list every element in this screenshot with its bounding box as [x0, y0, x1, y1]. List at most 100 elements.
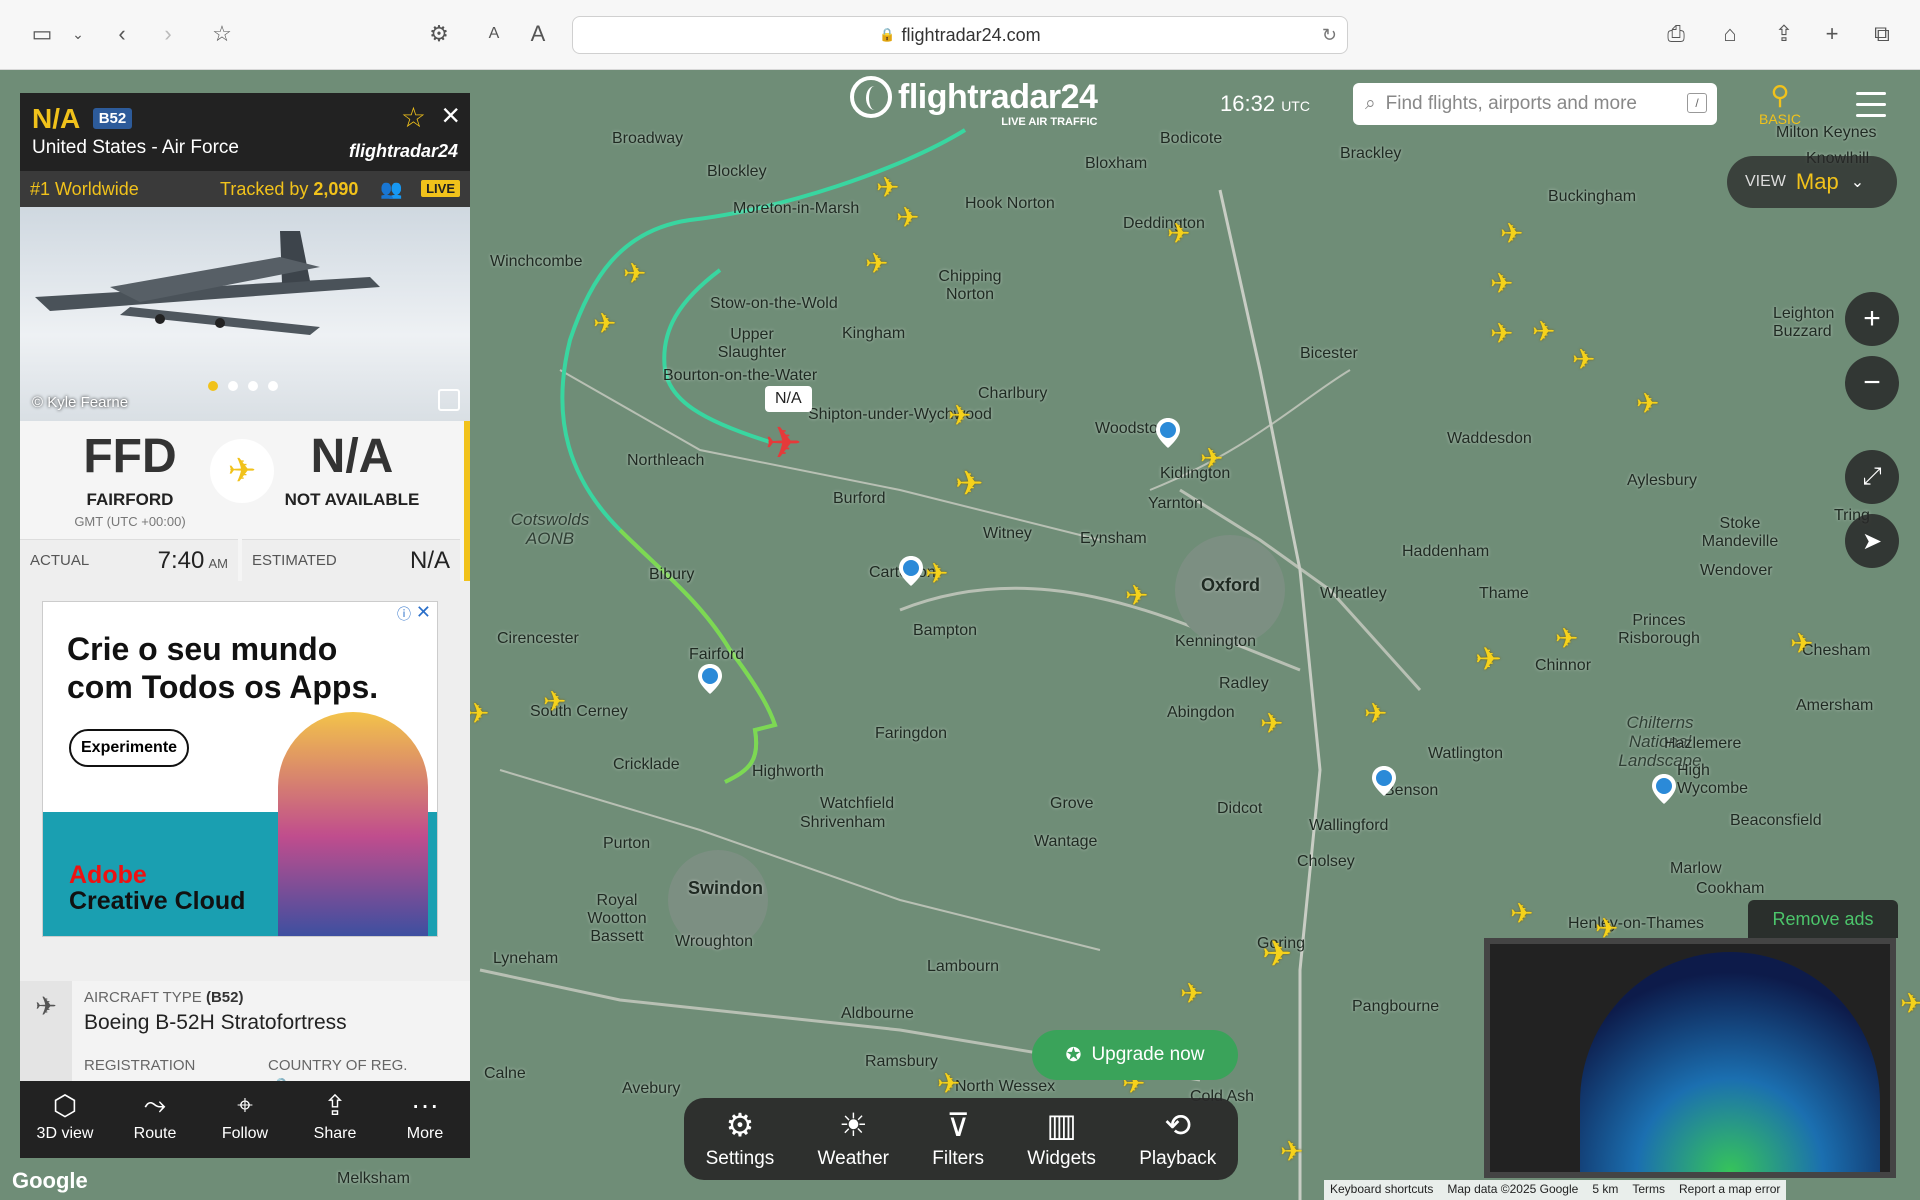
advertisement[interactable]: ⓘ ✕ Crie o seu mundo com Todos os Apps. … [42, 601, 438, 937]
aircraft-icon[interactable]: ✈ [1490, 320, 1513, 348]
home-icon[interactable]: ⌂ [1714, 18, 1746, 50]
airport-pin-icon[interactable] [1372, 766, 1396, 796]
aircraft-icon[interactable]: ✈ [1260, 710, 1283, 738]
keyboard-shortcuts-link[interactable]: Keyboard shortcuts [1330, 1182, 1433, 1198]
aircraft-icon[interactable]: ✈ [1490, 270, 1513, 298]
ad-cta-button[interactable]: Experimente [69, 729, 190, 767]
ad-close-icon[interactable]: ✕ [416, 602, 431, 623]
destination-airport[interactable]: N/A NOT AVAILABLE [242, 429, 462, 510]
aircraft-icon[interactable]: ✈ [1180, 980, 1203, 1008]
aircraft-icon[interactable]: ✈ [1555, 625, 1578, 653]
forward-icon[interactable]: › [152, 18, 184, 50]
aircraft-icon[interactable]: ✈ [925, 560, 948, 588]
aircraft-icon[interactable]: ✈ [896, 204, 919, 232]
airport-pin-icon[interactable] [899, 556, 923, 586]
place-label: Watchfield [820, 795, 895, 812]
view-selector[interactable]: VIEW Map ⌄ [1727, 156, 1897, 208]
fullscreen-button[interactable]: ⤢ [1845, 450, 1899, 504]
aircraft-icon[interactable]: ✈ [1636, 390, 1659, 418]
toolbar-filters[interactable]: ⊽ Filters [932, 1106, 984, 1180]
selected-aircraft-icon[interactable]: ✈ [765, 422, 802, 466]
toolbar-settings[interactable]: ⚙ Settings [706, 1106, 775, 1180]
action-route[interactable]: ⤳ Route [110, 1081, 200, 1158]
aircraft-icon[interactable]: ✈ [1262, 936, 1292, 972]
star-icon[interactable]: ☆ [206, 18, 238, 50]
place-label: Wendover [1700, 562, 1773, 579]
route-box: FFD FAIRFORD GMT (UTC +00:00) ✈ N/A NOT … [20, 421, 470, 581]
aircraft-icon[interactable]: ✈ [1280, 1138, 1303, 1166]
back-icon[interactable]: ‹ [106, 18, 138, 50]
airport-pin-icon[interactable] [1652, 774, 1676, 804]
share-icon[interactable]: ⇪ [1768, 18, 1800, 50]
place-label: Haddenham [1402, 543, 1490, 560]
reload-icon[interactable]: ↻ [1322, 25, 1337, 46]
aircraft-icon[interactable]: ✈ [1475, 643, 1502, 675]
airport-pin-icon[interactable] [698, 664, 722, 694]
close-icon[interactable]: × [441, 97, 460, 134]
origin-airport[interactable]: FFD FAIRFORD GMT (UTC +00:00) [20, 429, 240, 529]
text-larger-button[interactable]: A [522, 18, 554, 50]
logo-name: flightradar24 [898, 77, 1098, 116]
aircraft-icon[interactable]: ✈ [948, 402, 971, 430]
place-label: Hook Norton [965, 195, 1055, 212]
new-tab-icon[interactable]: + [1816, 18, 1848, 50]
aircraft-icon[interactable]: ✈ [1510, 900, 1533, 928]
action-share[interactable]: ⇪ Share [290, 1081, 380, 1158]
ad-brand-product: Creative Cloud [69, 887, 246, 915]
flightradar-logo[interactable]: flightradar24 LIVE AIR TRAFFIC [850, 76, 1098, 128]
print-icon[interactable]: ⎙ [1660, 18, 1692, 50]
sidebar-icon[interactable]: ▭ [26, 18, 58, 50]
terms-link[interactable]: Terms [1632, 1182, 1665, 1198]
aircraft-icon[interactable]: ✈ [937, 1070, 960, 1098]
chevron-down-icon[interactable]: ⌄ [62, 18, 94, 50]
place-label: Bampton [913, 622, 978, 639]
photo-pagination[interactable] [208, 381, 278, 391]
search-input[interactable]: ⌕ Find flights, airports and more / [1353, 83, 1717, 125]
action-more[interactable]: ··· More [380, 1081, 470, 1158]
aircraft-icon[interactable]: ✈ [1532, 318, 1555, 346]
aircraft-icon[interactable]: ✈ [865, 250, 888, 278]
text-smaller-button[interactable]: A [478, 18, 510, 50]
aircraft-icon[interactable]: ✈ [543, 688, 566, 716]
aircraft-icon[interactable]: ✈ [1364, 700, 1387, 728]
upgrade-button[interactable]: ✪ Upgrade now [1032, 1030, 1238, 1080]
aircraft-photo[interactable]: © Kyle Fearne [20, 207, 470, 421]
action-3d-view[interactable]: ⬡ 3D view [20, 1081, 110, 1158]
place-label: Lambourn [927, 958, 1000, 975]
toolbar-playback[interactable]: ⟲ Playback [1139, 1106, 1216, 1180]
view-value: Map [1795, 169, 1839, 194]
toolbar-weather[interactable]: ☀ Weather [818, 1106, 889, 1180]
aircraft-icon[interactable]: ✈ [955, 467, 984, 501]
airport-pin-icon[interactable] [1156, 418, 1180, 448]
remove-ads-button[interactable]: Remove ads [1748, 900, 1898, 938]
aircraft-icon[interactable]: ✈ [1500, 220, 1523, 248]
aircraft-icon[interactable]: ✈ [623, 260, 646, 288]
action-follow[interactable]: ⌖ Follow [200, 1081, 290, 1158]
user-plan-label: BASIC [1758, 111, 1801, 127]
tracked-count: 2,090 [313, 178, 359, 199]
tabs-overview-icon[interactable]: ⧉ [1866, 18, 1898, 50]
user-button[interactable]: ⚲ BASIC [1752, 80, 1808, 127]
video-ad[interactable] [1484, 938, 1896, 1178]
aircraft-icon[interactable]: ✈ [593, 310, 616, 338]
aircraft-icon[interactable]: ✈ [1167, 220, 1190, 248]
report-map-error-link[interactable]: Report a map error [1679, 1182, 1780, 1198]
aircraft-icon[interactable]: ✈ [1125, 582, 1148, 610]
origin-timezone: GMT (UTC +00:00) [74, 514, 186, 529]
star-icon[interactable]: ☆ [401, 101, 426, 134]
aircraft-icon[interactable]: ✈ [1572, 346, 1595, 374]
menu-icon[interactable] [1856, 92, 1886, 125]
locate-button[interactable]: ➤ [1845, 514, 1899, 568]
aircraft-icon[interactable]: ✈ [1790, 630, 1813, 658]
url-bar[interactable]: 🔒 flightradar24.com ↻ [572, 16, 1348, 54]
share-icon: ⇪ [323, 1090, 347, 1121]
zoom-out-button[interactable]: − [1845, 356, 1899, 410]
external-link-icon[interactable] [438, 389, 460, 411]
aircraft-icon[interactable]: ✈ [1200, 445, 1223, 473]
zoom-in-button[interactable]: + [1845, 292, 1899, 346]
ad-info-icon[interactable]: ⓘ [397, 604, 411, 624]
gear-icon[interactable]: ⚙ [423, 18, 455, 50]
toolbar-widgets[interactable]: ▥ Widgets [1027, 1106, 1096, 1180]
aircraft-icon[interactable]: ✈ [876, 174, 899, 202]
aircraft-icon[interactable]: ✈ [1900, 990, 1920, 1018]
